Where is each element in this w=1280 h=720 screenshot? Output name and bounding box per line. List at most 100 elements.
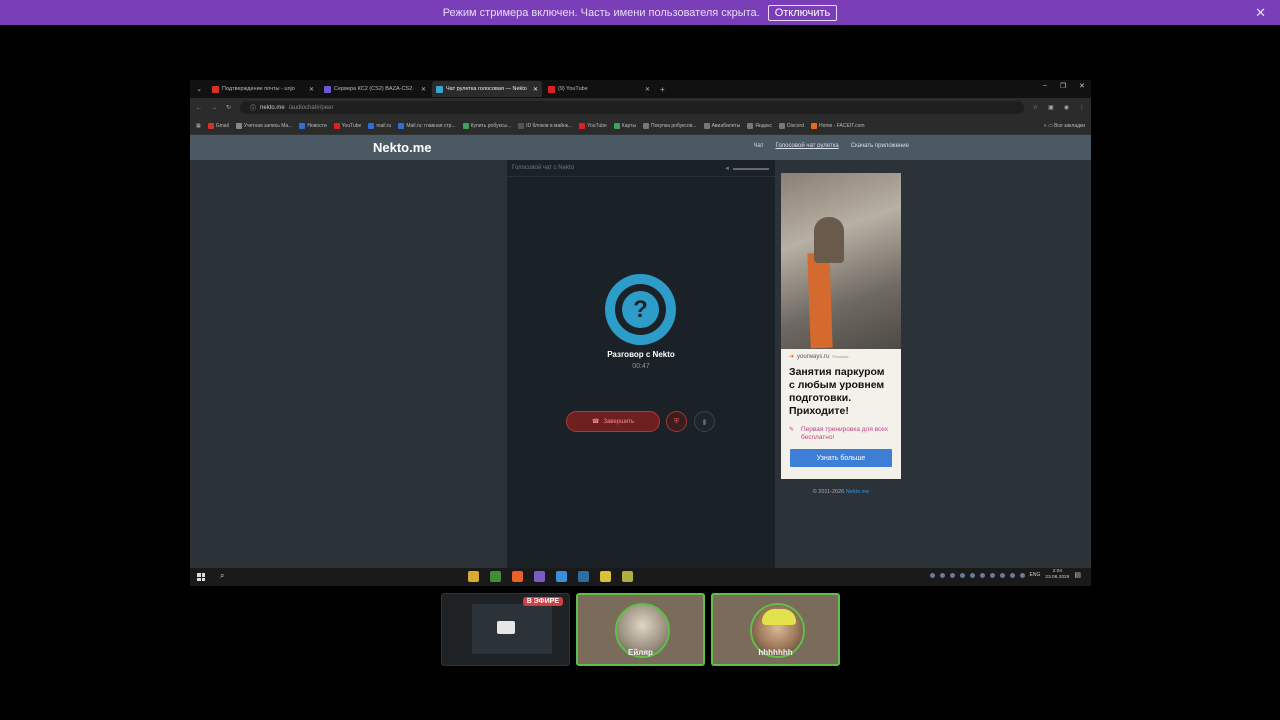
nav-chat-link[interactable]: Чат — [754, 143, 764, 149]
bookmark-item[interactable]: Mail.ru: главная стр... — [398, 122, 456, 129]
ad-promo: ✎ Первая тренировка для всех бесплатно! — [781, 421, 901, 443]
bookmark-item[interactable]: mail.ru — [368, 122, 391, 129]
app-icon[interactable] — [622, 571, 633, 582]
tab-nekto[interactable]: Чат рулетка голосовая — Nekto ✕ — [432, 81, 542, 97]
volume-track[interactable] — [733, 168, 769, 170]
copyright-text: © 2011-2026 — [812, 489, 845, 495]
tray-icon[interactable] — [989, 572, 995, 578]
close-window-icon[interactable]: ✕ — [1079, 82, 1085, 90]
stream-preview-tile[interactable]: В ЭФИРЕ — [441, 593, 570, 666]
bookmark-item[interactable]: Карты — [613, 122, 636, 129]
extensions-icon[interactable]: ▣ — [1048, 104, 1054, 111]
tray-icon[interactable] — [999, 572, 1005, 578]
bookmark-item[interactable]: Учетная запись Ma... — [235, 122, 292, 129]
file-explorer-icon[interactable] — [468, 571, 479, 582]
tray-icon[interactable] — [1019, 572, 1025, 578]
taskbar-search-icon[interactable]: ⌕ — [220, 571, 224, 581]
tray-icon[interactable] — [979, 572, 985, 578]
app-icon[interactable] — [534, 571, 545, 582]
bookmark-item[interactable]: Новости — [299, 122, 327, 129]
bookmark-item[interactable]: Авиабилеты — [703, 122, 741, 129]
end-call-button[interactable]: ☎ Завершить — [566, 411, 660, 432]
bookmarks-bar: ▦ Gmail Учетная запись Ma... Новости You… — [190, 117, 1091, 135]
menu-icon[interactable]: ⋮ — [1079, 104, 1085, 111]
bookmark-star-icon[interactable]: ☆ — [1033, 104, 1038, 111]
tray-icon[interactable] — [1009, 572, 1015, 578]
close-tab-icon[interactable]: ✕ — [309, 86, 314, 93]
clock[interactable]: 2:04 23.06.2026 — [1045, 569, 1069, 581]
tray-icon[interactable] — [969, 572, 975, 578]
disable-streamer-mode-button[interactable]: Отключить — [767, 4, 838, 21]
app-icon[interactable] — [556, 571, 567, 582]
hang-up-icon: ☎ — [591, 419, 600, 425]
bookmark-item[interactable]: Купить робуксы... — [462, 122, 511, 129]
copyright-link[interactable]: Nekto.me — [846, 489, 870, 495]
notifications-icon[interactable]: ▤ — [1074, 571, 1081, 579]
windows-start-icon[interactable] — [197, 573, 205, 581]
bookmark-favicon-icon — [398, 122, 405, 129]
bookmark-favicon-icon — [333, 122, 340, 129]
tab-servers[interactable]: Сервера КС2 (CS2) BAZA-CS2. ✕ — [320, 81, 430, 97]
bookmark-favicon-icon — [579, 122, 586, 129]
url-field[interactable]: ⓘ nekto.me/audiochat#/peer — [240, 101, 1024, 114]
shared-screen[interactable]: ⌄ Подтверждение почты - unjo ✕ Сервера К… — [190, 80, 1091, 586]
back-icon[interactable]: ← — [196, 105, 202, 111]
conversation-title: Разговор с Nekto — [607, 350, 675, 359]
tab-mail[interactable]: Подтверждение почты - unjo ✕ — [208, 81, 318, 97]
bookmark-item[interactable]: Яндекс — [747, 122, 772, 129]
bookmark-item[interactable]: YouTube — [333, 122, 361, 129]
browser-tabstrip: ⌄ Подтверждение почты - unjo ✕ Сервера К… — [190, 80, 1091, 98]
bookmark-label: Discord — [787, 122, 804, 129]
mute-button[interactable]: ▮ — [694, 411, 715, 432]
bookmark-label: Авиабилеты — [711, 122, 741, 129]
report-button[interactable]: ⛨ — [666, 411, 687, 432]
bookmark-item[interactable]: Gmail — [207, 122, 229, 129]
close-banner-icon[interactable]: ✕ — [1255, 5, 1266, 21]
nav-voice-chat-link[interactable]: Голосовой чат рулетка — [776, 143, 839, 149]
tray-icon[interactable] — [959, 572, 965, 578]
volume-slider[interactable]: ◄ — [724, 166, 769, 172]
bookmark-favicon-icon — [235, 122, 242, 129]
close-tab-icon[interactable]: ✕ — [645, 86, 650, 93]
profile-icon[interactable]: ◉ — [1064, 104, 1069, 111]
microphone-icon: ▮ — [702, 418, 707, 426]
participant-tile[interactable]: hhhhhhh — [711, 593, 840, 666]
url-path: /audiochat#/peer — [288, 104, 334, 111]
all-bookmarks-button[interactable]: » ▭ Все закладки — [1044, 123, 1085, 129]
new-tab-button[interactable]: + — [656, 85, 669, 94]
call-timer: 00:47 — [632, 363, 650, 370]
chat-header: Голосовой чат с Nekto ◄ — [507, 160, 775, 177]
bookmark-item[interactable]: Покупка робуксов... — [643, 122, 697, 129]
bookmark-item[interactable]: Discord — [779, 122, 804, 129]
steam-icon[interactable] — [578, 571, 589, 582]
apps-grid-icon[interactable]: ▦ — [196, 123, 201, 129]
participant-tile[interactable]: Ейляр — [576, 593, 705, 666]
tab-youtube[interactable]: (9) YouTube ✕ — [544, 81, 654, 97]
advertisement[interactable]: ➜ yourways.ru Реклама Занятия паркуром с… — [781, 173, 901, 479]
tab-title: Подтверждение почты - unjo — [222, 86, 295, 92]
site-logo[interactable]: Nekto.me — [373, 140, 432, 155]
forward-icon[interactable]: → — [211, 105, 217, 111]
tray-icon[interactable] — [939, 572, 945, 578]
app-icon[interactable] — [600, 571, 611, 582]
minimize-icon[interactable]: – — [1043, 82, 1047, 90]
bookmark-item[interactable]: YouTube — [579, 122, 607, 129]
screen-share-icon — [497, 621, 515, 634]
ad-learn-more-button[interactable]: Узнать больше — [790, 449, 892, 468]
bookmark-favicon-icon — [779, 122, 786, 129]
firefox-icon[interactable] — [512, 571, 523, 582]
close-tab-icon[interactable]: ✕ — [533, 86, 538, 93]
reload-icon[interactable]: ↻ — [226, 104, 231, 111]
bookmark-item[interactable]: ID блоков в майнк... — [518, 122, 572, 129]
tray-icon[interactable] — [929, 572, 935, 578]
close-tab-icon[interactable]: ✕ — [421, 86, 426, 93]
bookmark-item[interactable]: Home - FACEIT.com — [810, 122, 865, 129]
nav-download-app-link[interactable]: Скачать приложение — [851, 143, 909, 149]
tray-icon[interactable] — [949, 572, 955, 578]
tab-search-icon[interactable]: ⌄ — [190, 85, 208, 93]
language-indicator[interactable]: ENG — [1030, 572, 1041, 578]
site-info-icon[interactable]: ⓘ — [250, 103, 256, 112]
ad-image — [781, 173, 901, 349]
chrome-icon[interactable] — [490, 571, 501, 582]
restore-icon[interactable]: ❐ — [1060, 82, 1066, 90]
